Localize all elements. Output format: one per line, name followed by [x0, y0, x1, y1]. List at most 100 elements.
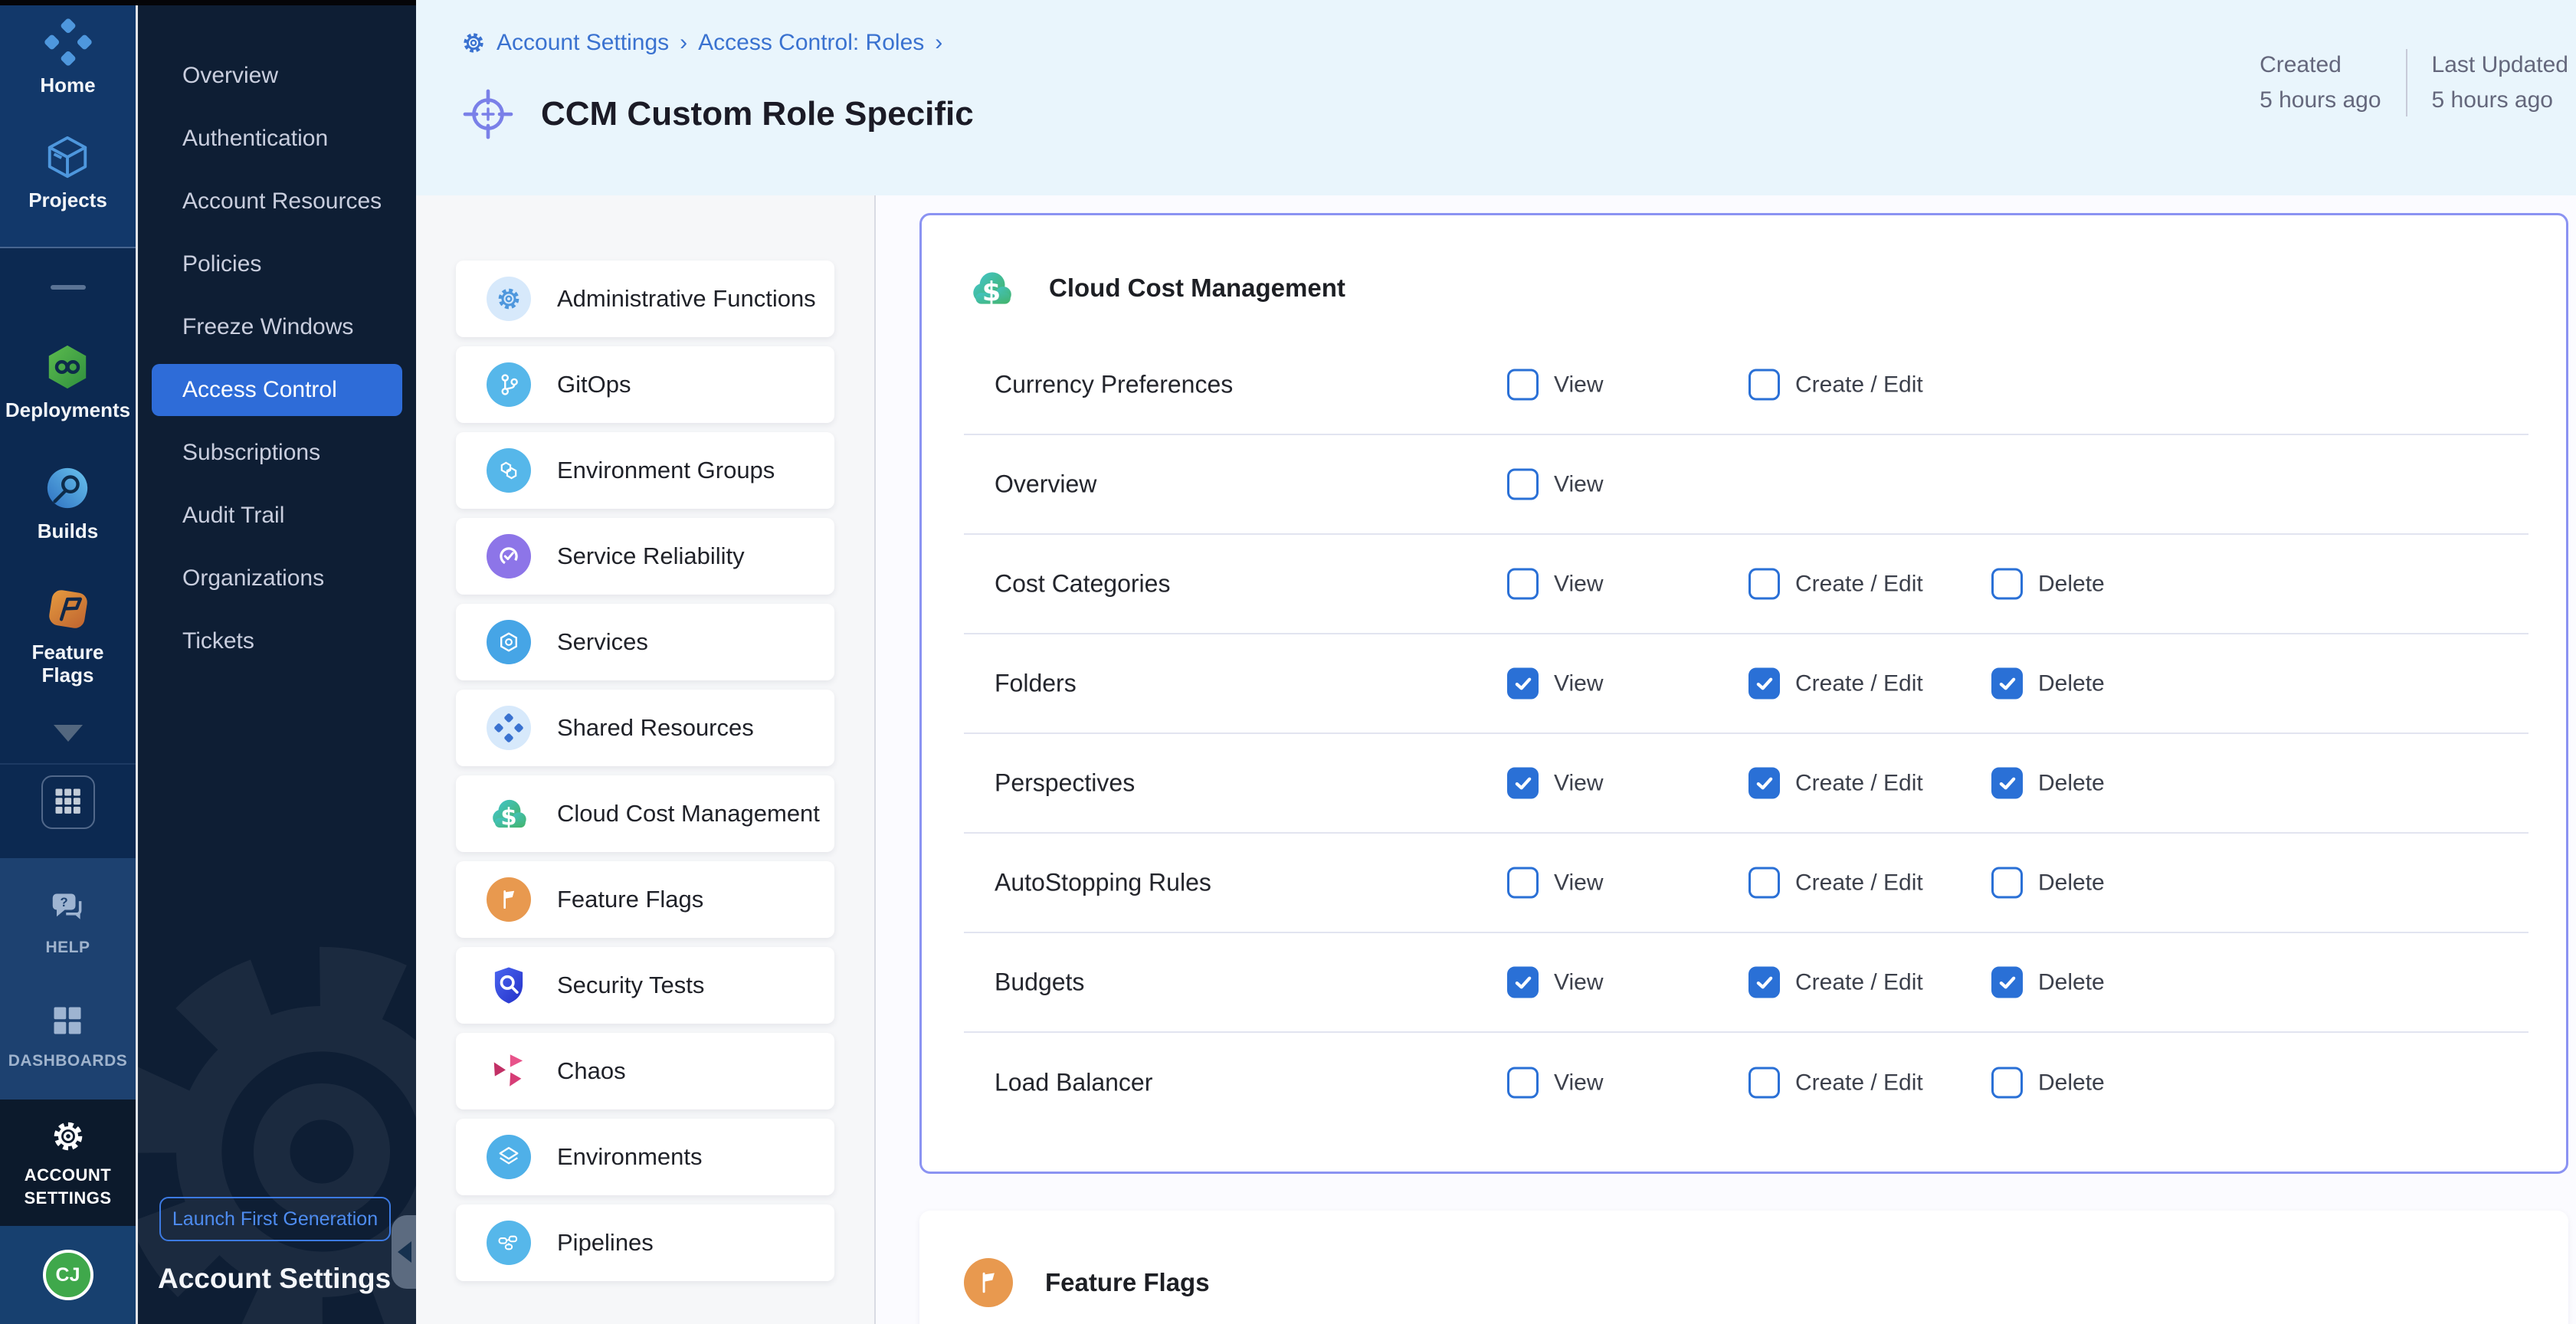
- collapse-sidebar-button[interactable]: [392, 1215, 416, 1289]
- resource-card-gitops[interactable]: GitOps: [456, 346, 834, 423]
- rail-item-home[interactable]: Home: [40, 18, 95, 97]
- checkbox-cost-categories-view[interactable]: [1507, 569, 1539, 600]
- checkbox-overview-view[interactable]: [1507, 469, 1539, 500]
- created-label: Created: [2260, 48, 2381, 83]
- svg-text:$: $: [500, 804, 516, 831]
- ccm-permissions-panel: $ Cloud Cost Management Currency Prefere…: [919, 213, 2568, 1174]
- collapse-left-icon: [398, 1241, 411, 1263]
- checkbox-folders-view[interactable]: [1507, 668, 1539, 700]
- sidebar-item-account-resources[interactable]: Account Resources: [138, 170, 416, 233]
- checkbox-load-balancer-create-edit[interactable]: [1748, 1067, 1780, 1099]
- permission-row-budgets: BudgetsViewCreate / EditDelete: [964, 933, 2528, 1033]
- resource-card-label: Cloud Cost Management: [557, 800, 820, 828]
- checkbox-folders-create-edit[interactable]: [1748, 668, 1780, 700]
- sidebar-item-tickets[interactable]: Tickets: [138, 610, 416, 673]
- resource-card-feature-flags[interactable]: Feature Flags: [456, 861, 834, 938]
- launch-first-generation-button[interactable]: Launch First Generation: [159, 1197, 391, 1241]
- sidebar-item-freeze-windows[interactable]: Freeze Windows: [138, 296, 416, 359]
- checkbox-cost-categories-create-edit[interactable]: [1748, 569, 1780, 600]
- rail-item-feature-flags[interactable]: Feature Flags: [5, 585, 131, 687]
- resource-card-administrative-functions[interactable]: Administrative Functions: [456, 261, 834, 337]
- permission-row-folders: FoldersViewCreate / EditDelete: [964, 634, 2528, 734]
- resource-card-cloud-cost-management[interactable]: $ Cloud Cost Management: [456, 775, 834, 852]
- sidebar-item-overview[interactable]: Overview: [138, 44, 416, 107]
- panel-header: $ Cloud Cost Management: [966, 263, 1345, 313]
- chevron-down-icon[interactable]: [54, 725, 83, 742]
- avatar[interactable]: CJ: [43, 1250, 93, 1300]
- rail-item-account-settings[interactable]: ACCOUNT SETTINGS: [5, 1116, 131, 1210]
- resource-card-label: Chaos: [557, 1057, 626, 1085]
- sidebar-item-organizations[interactable]: Organizations: [138, 547, 416, 610]
- page-title: CCM Custom Role Specific: [541, 95, 974, 133]
- rail-item-deployments[interactable]: Deployments: [5, 343, 130, 421]
- checkbox-currency-preferences-view[interactable]: [1507, 369, 1539, 401]
- checkbox-perspectives-delete[interactable]: [1991, 768, 2023, 799]
- rail-item-label: ACCOUNT SETTINGS: [5, 1164, 131, 1210]
- rail-item-label: Builds: [38, 519, 98, 542]
- checkbox-folders-delete[interactable]: [1991, 668, 2023, 700]
- gear-icon: [460, 29, 487, 57]
- sidebar-item-audit-trail[interactable]: Audit Trail: [138, 484, 416, 547]
- rail-sidebar-divider: [136, 0, 138, 1324]
- cloud-dollar-icon: $: [966, 263, 1017, 313]
- last-updated-meta: Last Updated 5 hours ago: [2432, 48, 2568, 118]
- permission-label: View: [1554, 571, 1603, 597]
- resource-card-shared-resources[interactable]: Shared Resources: [456, 690, 834, 766]
- permission-row-label: Folders: [995, 670, 1077, 698]
- resource-card-chaos[interactable]: Chaos: [456, 1033, 834, 1109]
- permission-label: Delete: [2038, 770, 2105, 796]
- module-nav-rail: Home Projects Deployments Builds Feature Fl…: [0, 0, 136, 1324]
- resource-card-label: Security Tests: [557, 972, 704, 999]
- rail-item-label: Feature Flags: [5, 641, 131, 687]
- flag-icon: [964, 1258, 1013, 1307]
- resource-card-environments[interactable]: Environments: [456, 1119, 834, 1195]
- rail-section-avatar: CJ: [0, 1226, 136, 1324]
- resource-card-pipelines[interactable]: Pipelines: [456, 1204, 834, 1281]
- grid4-icon: [46, 999, 89, 1042]
- permission-folders-view: View: [1507, 668, 1603, 700]
- checkbox-budgets-create-edit[interactable]: [1748, 967, 1780, 998]
- checkbox-autostopping-rules-delete[interactable]: [1991, 867, 2023, 899]
- checkbox-perspectives-create-edit[interactable]: [1748, 768, 1780, 799]
- permission-autostopping-rules-delete: Delete: [1991, 867, 2105, 899]
- gear-icon: [48, 1116, 88, 1156]
- pinwheel-icon: [487, 1049, 531, 1093]
- resource-card-security-tests[interactable]: Security Tests: [456, 947, 834, 1024]
- checkbox-cost-categories-delete[interactable]: [1991, 569, 2023, 600]
- breadcrumb-link-access-control-roles[interactable]: Access Control: Roles: [698, 30, 924, 56]
- rail-item-label: HELP: [45, 936, 90, 959]
- permission-currency-preferences-create-edit: Create / Edit: [1748, 369, 1923, 401]
- resource-card-label: GitOps: [557, 371, 631, 398]
- checkbox-budgets-delete[interactable]: [1991, 967, 2023, 998]
- rail-item-dashboards[interactable]: DASHBOARDS: [8, 999, 128, 1073]
- sidebar-item-policies[interactable]: Policies: [138, 233, 416, 296]
- rail-item-projects[interactable]: Projects: [28, 133, 107, 211]
- resource-card-environment-groups[interactable]: Environment Groups: [456, 432, 834, 509]
- flag-icon: [487, 877, 531, 922]
- permission-label: Delete: [2038, 1070, 2105, 1096]
- resource-card-service-reliability[interactable]: Service Reliability: [456, 518, 834, 595]
- breadcrumb-link-account-settings[interactable]: Account Settings: [497, 30, 669, 56]
- checkbox-perspectives-view[interactable]: [1507, 768, 1539, 799]
- module-grid-button[interactable]: [41, 775, 95, 829]
- checkbox-budgets-view[interactable]: [1507, 967, 1539, 998]
- checkbox-currency-preferences-create-edit[interactable]: [1748, 369, 1780, 401]
- permission-label: Create / Edit: [1795, 571, 1923, 597]
- panel-header: Feature Flags: [964, 1258, 1210, 1307]
- permission-label: Delete: [2038, 670, 2105, 696]
- resource-card-label: Pipelines: [557, 1229, 654, 1257]
- checkbox-load-balancer-delete[interactable]: [1991, 1067, 2023, 1099]
- sidebar-item-authentication[interactable]: Authentication: [138, 107, 416, 170]
- permission-load-balancer-create-edit: Create / Edit: [1748, 1067, 1923, 1099]
- checkbox-autostopping-rules-create-edit[interactable]: [1748, 867, 1780, 899]
- permission-label: Create / Edit: [1795, 969, 1923, 995]
- resource-card-services[interactable]: Services: [456, 604, 834, 680]
- sidebar-item-access-control[interactable]: Access Control: [152, 364, 402, 416]
- sidebar-item-subscriptions[interactable]: Subscriptions: [138, 421, 416, 484]
- content-area: Administrative Functions GitOps Environmen…: [416, 195, 2576, 1324]
- rail-separator: [0, 763, 136, 765]
- checkbox-autostopping-rules-view[interactable]: [1507, 867, 1539, 899]
- rail-item-help[interactable]: ?HELP: [45, 886, 90, 959]
- checkbox-load-balancer-view[interactable]: [1507, 1067, 1539, 1099]
- rail-item-builds[interactable]: Builds: [38, 464, 98, 542]
